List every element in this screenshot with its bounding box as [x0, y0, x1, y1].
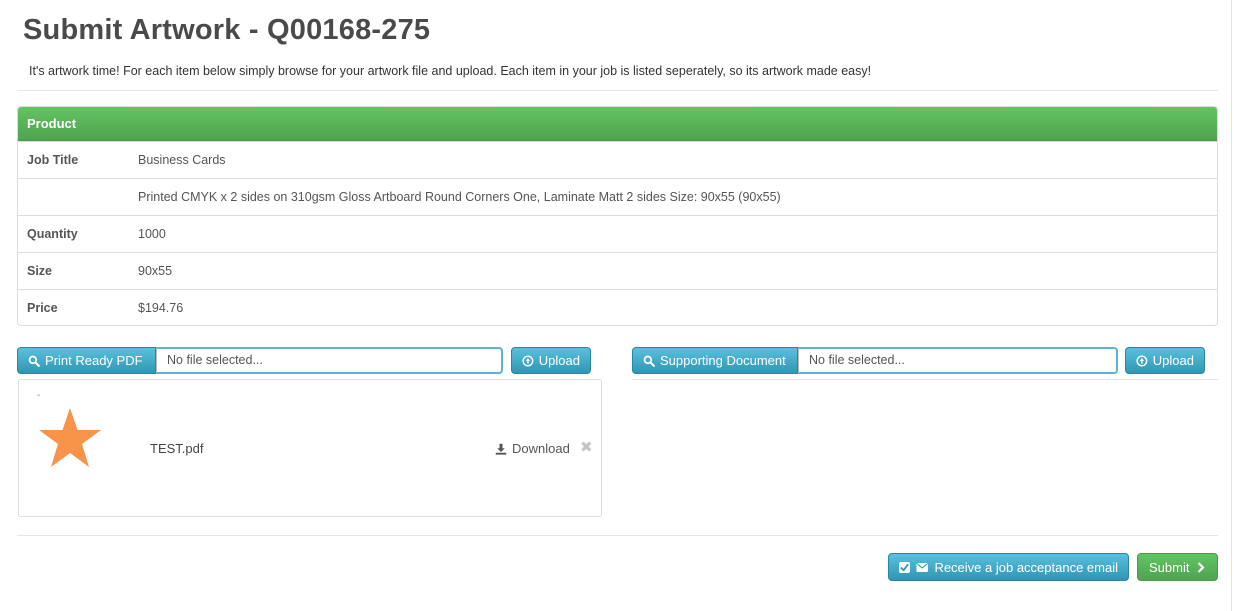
product-panel: Product Job Title Business Cards Printed… [17, 106, 1218, 326]
row-value: 90x55 [138, 264, 173, 278]
print-pdf-file-field[interactable]: No file selected... [156, 347, 503, 374]
supporting-doc-upload-button[interactable]: Upload [1125, 347, 1205, 374]
row-value: 1000 [138, 227, 166, 241]
print-pdf-browse-label: Print Ready PDF [45, 353, 143, 368]
intro-text: It's artwork time! For each item below s… [29, 64, 872, 78]
page-right-border [1231, 0, 1232, 611]
supporting-doc-file-field[interactable]: No file selected... [798, 347, 1118, 374]
row-value: Business Cards [138, 153, 226, 167]
print-pdf-upload-label: Upload [538, 353, 580, 368]
product-row-price: Price $194.76 [18, 289, 1217, 325]
row-label: Size [27, 264, 53, 278]
uploaded-file-name: TEST.pdf [150, 441, 204, 456]
supporting-doc-divider [632, 379, 1218, 380]
print-pdf-browse-button[interactable]: Print Ready PDF [17, 347, 156, 374]
print-pdf-file-group: Print Ready PDF No file selected... [17, 347, 503, 374]
envelope-icon [916, 562, 928, 572]
upload-circle-icon [522, 355, 534, 366]
product-row-size: Size 90x55 [18, 252, 1217, 289]
remove-file-icon[interactable]: ✖ [580, 438, 593, 456]
download-link[interactable]: Download [495, 441, 570, 456]
supporting-doc-browse-label: Supporting Document [660, 353, 786, 368]
download-label: Download [512, 441, 570, 456]
submit-button[interactable]: Submit [1137, 553, 1218, 581]
supporting-doc-browse-button[interactable]: Supporting Document [632, 347, 798, 374]
row-label: Job Title [27, 153, 79, 167]
star-icon [39, 408, 101, 467]
row-value: Printed CMYK x 2 sides on 310gsm Gloss A… [138, 190, 781, 204]
chevron-right-icon [1198, 561, 1206, 573]
checkmark-icon [900, 563, 909, 572]
product-row-job-title: Job Title Business Cards [18, 141, 1217, 178]
page-title: Submit Artwork - Q00168-275 [23, 14, 431, 46]
submit-label: Submit [1149, 559, 1190, 575]
uploaded-file-card: - TEST.pdf Download ✖ [18, 379, 602, 517]
search-icon [28, 355, 40, 367]
product-row-quantity: Quantity 1000 [18, 215, 1217, 252]
row-label: Price [27, 301, 58, 315]
supporting-doc-upload-label: Upload [1152, 353, 1194, 368]
print-pdf-upload-button[interactable]: Upload [511, 347, 591, 374]
supporting-doc-file-group: Supporting Document No file selected... [632, 347, 1118, 374]
email-checkbox[interactable] [899, 561, 910, 573]
search-icon [643, 355, 655, 367]
download-icon [495, 443, 507, 455]
file-marker: - [37, 390, 41, 401]
row-label: Quantity [27, 227, 78, 241]
product-row-description: Printed CMYK x 2 sides on 310gsm Gloss A… [18, 178, 1217, 215]
row-value: $194.76 [138, 301, 184, 315]
title-divider [17, 90, 1218, 91]
product-panel-header: Product [18, 107, 1217, 141]
upload-circle-icon [1136, 355, 1148, 366]
footer-divider [17, 535, 1218, 536]
email-label: Receive a job acceptance email [934, 559, 1118, 575]
job-acceptance-email-toggle[interactable]: Receive a job acceptance email [888, 553, 1129, 581]
